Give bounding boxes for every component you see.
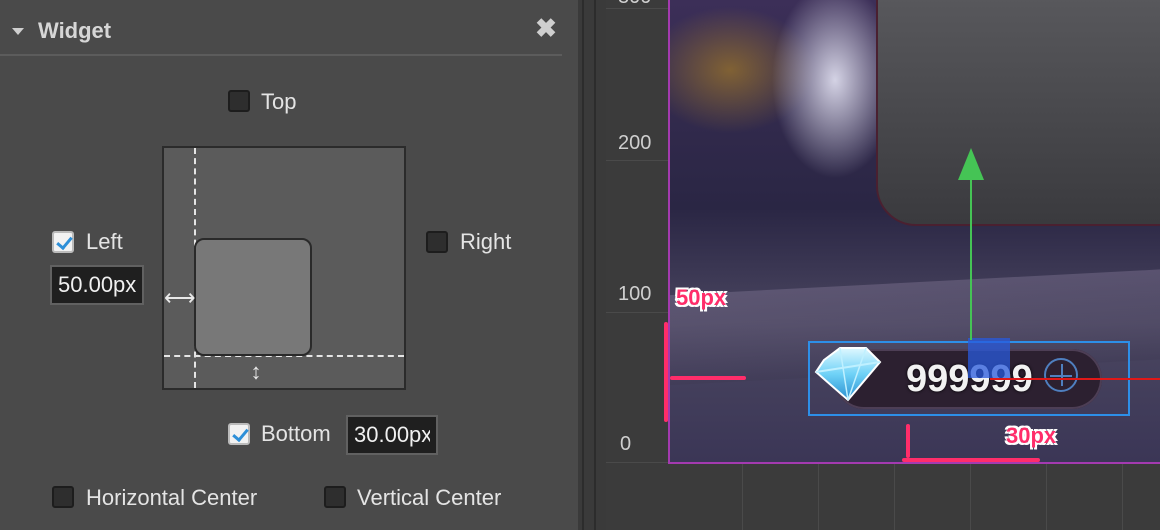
left-margin-annotation: 50px xyxy=(676,285,727,310)
left-checkbox[interactable] xyxy=(52,231,74,253)
widget-preview-box xyxy=(194,238,312,356)
collapse-arrow-icon[interactable] xyxy=(12,28,24,35)
alignment-diagram: ⟷ ↕ xyxy=(162,146,406,390)
top-checkbox[interactable] xyxy=(228,90,250,112)
bottom-margin-input[interactable] xyxy=(346,415,438,455)
transform-center-handle[interactable] xyxy=(968,338,1010,378)
bottom-margin-tick xyxy=(906,424,910,458)
splitter-line xyxy=(594,0,596,530)
dialog-window-sprite[interactable] xyxy=(876,0,1160,226)
ruler-label: 300 xyxy=(618,0,651,9)
right-checkbox[interactable] xyxy=(426,231,448,253)
panel-splitter[interactable] xyxy=(578,0,606,530)
vertical-resize-arrow-icon: ↕ xyxy=(250,359,262,384)
bottom-margin-marker xyxy=(902,458,1040,462)
top-label: Top xyxy=(261,89,297,114)
game-canvas[interactable]: 999999 $ xyxy=(668,0,1160,464)
vertical-center-checkbox[interactable] xyxy=(324,486,346,508)
horizontal-resize-arrow-icon: ⟷ xyxy=(164,285,196,310)
y-axis-gizmo[interactable] xyxy=(970,178,972,340)
ruler-label: 200 xyxy=(618,132,652,154)
bottom-label: Bottom xyxy=(261,421,331,446)
horizontal-center-label: Horizontal Center xyxy=(86,485,258,510)
vertical-center-label: Vertical Center xyxy=(357,485,502,510)
y-axis-arrow-icon[interactable] xyxy=(958,148,984,180)
left-label: Left xyxy=(86,229,123,254)
left-margin-tick xyxy=(664,322,668,422)
ruler-label: 0 xyxy=(620,433,632,455)
bottom-margin-annotation: 30px xyxy=(1006,423,1057,448)
component-title: Widget xyxy=(38,18,112,43)
horizontal-center-checkbox[interactable] xyxy=(52,486,74,508)
component-header[interactable]: Widget ✖ xyxy=(0,0,562,56)
right-label: Right xyxy=(460,229,512,254)
left-margin-input[interactable] xyxy=(50,265,144,305)
scene-view[interactable]: 300 200 100 0 999999 $ xyxy=(606,0,1160,530)
x-axis-gizmo[interactable] xyxy=(990,378,1160,380)
bottom-checkbox[interactable] xyxy=(228,423,250,445)
left-margin-marker xyxy=(670,376,746,380)
ruler-label: 100 xyxy=(618,283,652,305)
widget-inspector-panel: Widget ✖ Top Left Right ⟷ ↕ Bottom Horiz… xyxy=(0,0,578,530)
close-icon[interactable]: ✖ xyxy=(534,15,558,41)
splitter-line xyxy=(582,0,584,530)
